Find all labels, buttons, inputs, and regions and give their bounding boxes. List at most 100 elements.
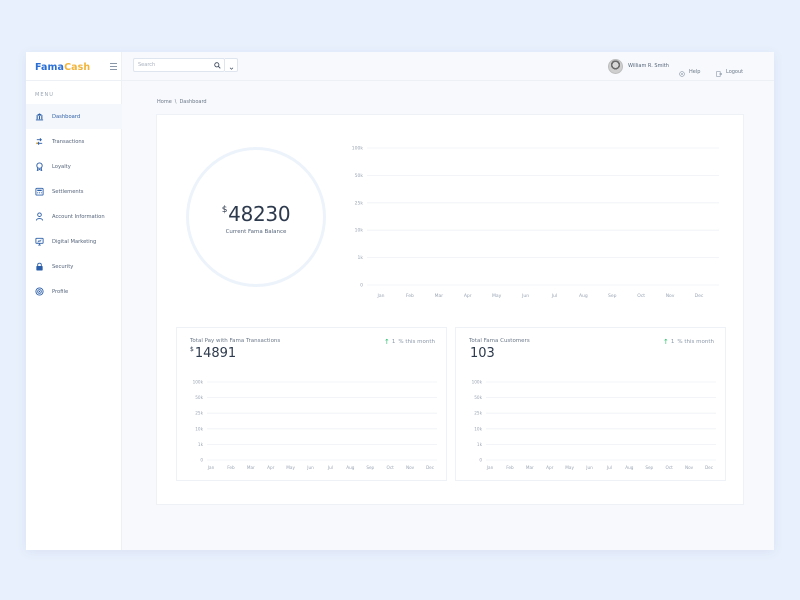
arrow-up-icon: ↑ xyxy=(384,338,390,346)
medal-icon xyxy=(35,162,44,171)
menu-label: MENU xyxy=(35,92,54,98)
y-tick-label: 0 xyxy=(200,458,203,463)
x-tick-label: May xyxy=(286,465,295,470)
x-tick-label: Jun xyxy=(585,465,593,470)
user-menu[interactable]: William R. Smith xyxy=(608,58,669,74)
hamburger-menu-icon[interactable] xyxy=(110,63,118,71)
lock-icon xyxy=(35,262,44,271)
y-tick-label: 1k xyxy=(198,442,204,447)
breadcrumb-home[interactable]: Home xyxy=(157,99,172,105)
logout-label: Logout xyxy=(726,68,744,75)
y-tick-label: 100k xyxy=(472,380,483,385)
card-value: 103 xyxy=(469,346,495,361)
sidebar-item-dashboard[interactable]: Dashboard xyxy=(26,104,122,129)
balance-label: Current Fama Balance xyxy=(225,229,287,235)
search-icon[interactable] xyxy=(212,60,222,70)
x-tick-label: Nov xyxy=(406,465,415,470)
breadcrumb-separator: \ xyxy=(174,99,177,105)
sidebar-item-account-information[interactable]: Account Information xyxy=(26,204,122,229)
monitor-icon xyxy=(35,237,44,246)
x-tick-label: Aug xyxy=(346,465,355,470)
trend-value: 1 xyxy=(391,339,396,345)
trend-value: 1 xyxy=(670,339,675,345)
x-tick-label: Sep xyxy=(366,465,374,470)
breadcrumb-current: Dashboard xyxy=(179,99,207,105)
sidebar-item-label: Dashboard xyxy=(52,113,81,120)
x-tick-label: Jan xyxy=(207,465,215,470)
y-tick-label: 25k xyxy=(355,200,364,206)
sidebar-item-transactions[interactable]: Transactions xyxy=(26,129,122,154)
sidebar-item-security[interactable]: Security xyxy=(26,254,122,279)
card-amount: 103 xyxy=(470,346,495,361)
calculator-icon xyxy=(35,187,44,196)
sidebar-item-label: Digital Marketing xyxy=(52,238,97,245)
x-tick-label: Jun xyxy=(306,465,314,470)
brand-part-2: Cash xyxy=(64,62,91,73)
sidebar-item-label: Loyalty xyxy=(52,163,71,170)
y-tick-label: 1k xyxy=(477,442,483,447)
y-tick-label: 25k xyxy=(195,411,203,416)
sidebar-item-loyalty[interactable]: Loyalty xyxy=(26,154,122,179)
x-tick-label: Jul xyxy=(327,465,333,470)
trend-indicator: ↑ 1 % this month xyxy=(663,338,714,346)
y-tick-label: 50k xyxy=(474,395,482,400)
x-tick-label: Dec xyxy=(705,465,714,470)
x-tick-label: Apr xyxy=(464,293,472,299)
brand-logo[interactable]: FamaCash xyxy=(35,62,90,80)
sidebar-item-label: Profile xyxy=(52,288,69,295)
sidebar-item-label: Settlements xyxy=(52,188,84,195)
sidebar-item-digital-marketing[interactable]: Digital Marketing xyxy=(26,229,122,254)
topbar-divider xyxy=(26,80,774,81)
balance-chart: 0 1k 10k 25k 50k 100k Jan Feb Mar Apr May Jun Jul Aug… xyxy=(347,143,727,303)
avatar[interactable] xyxy=(608,58,623,74)
x-tick-label: Jun xyxy=(521,293,529,299)
logout-link[interactable]: Logout xyxy=(716,62,743,81)
target-icon xyxy=(35,287,44,296)
card-title: Total Fama Customers xyxy=(469,338,530,344)
transactions-card: Total Pay with Fama Transactions $14891 … xyxy=(176,327,447,481)
x-tick-label: Apr xyxy=(267,465,275,470)
y-tick-label: 1k xyxy=(358,255,364,261)
search-box xyxy=(133,58,225,72)
y-tick-label: 10k xyxy=(355,228,364,234)
brand-part-1: Fama xyxy=(35,62,65,73)
sidebar-item-profile[interactable]: Profile xyxy=(26,279,122,304)
sidebar-nav: Dashboard Transactions Loyalty Settlemen… xyxy=(26,104,122,304)
x-tick-label: Aug xyxy=(625,465,634,470)
x-tick-label: Oct xyxy=(637,293,645,299)
help-link[interactable]: Help xyxy=(679,62,700,81)
chart-svg: 0 1k 10k 25k 50k 100k Jan Feb Mar Apr May Jun Jul Aug… xyxy=(472,380,716,470)
x-tick-label: May xyxy=(492,293,502,299)
breadcrumb: Home \ Dashboard xyxy=(157,99,207,105)
sidebar-item-settlements[interactable]: Settlements xyxy=(26,179,122,204)
user-icon xyxy=(35,212,44,221)
sidebar-item-label: Security xyxy=(52,263,74,270)
y-tick-label: 50k xyxy=(195,395,203,400)
search-filter-dropdown[interactable] xyxy=(225,58,238,72)
search-input[interactable] xyxy=(134,59,210,71)
x-tick-label: Jan xyxy=(486,465,494,470)
y-tick-label: 100k xyxy=(352,146,364,152)
x-tick-label: Sep xyxy=(608,293,617,299)
balance-value: 48230 xyxy=(228,202,291,226)
dashboard-panel: $48230 Current Fama Balance 0 1k 10k 25k 50k… xyxy=(156,114,744,505)
y-tick-label: 100k xyxy=(193,380,204,385)
x-tick-label: Sep xyxy=(645,465,653,470)
transactions-icon xyxy=(35,137,44,146)
x-tick-label: Nov xyxy=(666,293,675,299)
app-window: FamaCash MENU Dashboard Transactions Loy… xyxy=(26,52,774,550)
x-tick-label: Dec xyxy=(695,293,704,299)
x-tick-label: Nov xyxy=(685,465,694,470)
x-tick-label: Oct xyxy=(666,465,674,470)
chart-svg: 0 1k 10k 25k 50k 100k Jan Feb Mar Apr May Jun Jul Aug… xyxy=(193,380,437,470)
help-icon xyxy=(679,62,685,81)
x-tick-label: Mar xyxy=(435,293,444,299)
x-tick-label: Aug xyxy=(579,293,588,299)
x-tick-label: Mar xyxy=(247,465,255,470)
trend-indicator: ↑ 1 % this month xyxy=(384,338,435,346)
user-name: William R. Smith xyxy=(628,63,669,69)
customers-chart: 0 1k 10k 25k 50k 100k Jan Feb Mar Apr May Jun Jul Aug… xyxy=(456,378,726,478)
y-tick-label: 10k xyxy=(195,426,203,431)
x-tick-label: Mar xyxy=(526,465,534,470)
trend-label: % this month xyxy=(398,339,435,345)
